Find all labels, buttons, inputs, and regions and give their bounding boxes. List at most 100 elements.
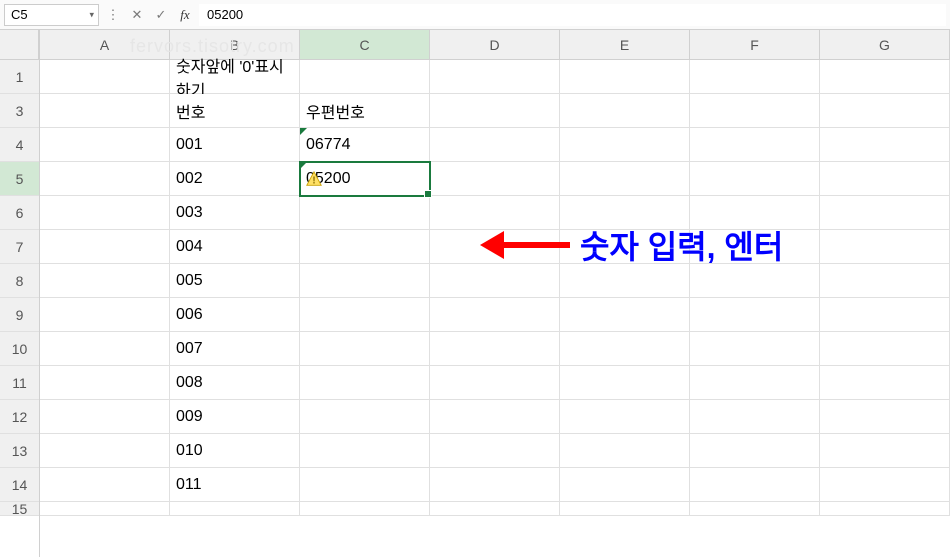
cell-B11[interactable]: 008 — [170, 366, 300, 400]
cell-C6[interactable] — [300, 196, 430, 230]
chevron-down-icon[interactable]: ▾ — [89, 9, 94, 20]
cell-G5[interactable] — [820, 162, 950, 196]
cell-F10[interactable] — [690, 332, 820, 366]
cell-G9[interactable] — [820, 298, 950, 332]
cell-B15[interactable] — [170, 502, 300, 516]
cell-F12[interactable] — [690, 400, 820, 434]
cell-G7[interactable] — [820, 230, 950, 264]
cell-D10[interactable] — [430, 332, 560, 366]
formula-input[interactable]: 05200 — [199, 4, 946, 26]
cell-G1[interactable] — [820, 60, 950, 94]
cell-G14[interactable] — [820, 468, 950, 502]
cell-B3[interactable]: 번호 — [170, 94, 300, 128]
cell-A11[interactable] — [40, 366, 170, 400]
cell-A14[interactable] — [40, 468, 170, 502]
cell-A9[interactable] — [40, 298, 170, 332]
cell-G4[interactable] — [820, 128, 950, 162]
fx-icon[interactable]: fx — [175, 4, 195, 26]
select-all-corner[interactable] — [0, 30, 39, 60]
cell-A10[interactable] — [40, 332, 170, 366]
cell-F1[interactable] — [690, 60, 820, 94]
cell-A3[interactable] — [40, 94, 170, 128]
cell-C12[interactable] — [300, 400, 430, 434]
more-icon[interactable]: ⋮ — [103, 4, 123, 26]
column-header-A[interactable]: A — [40, 30, 170, 59]
row-header-9[interactable]: 9 — [0, 298, 39, 332]
row-header-3[interactable]: 3 — [0, 94, 39, 128]
cell-C10[interactable] — [300, 332, 430, 366]
row-header-4[interactable]: 4 — [0, 128, 39, 162]
cell-G13[interactable] — [820, 434, 950, 468]
confirm-icon[interactable]: ✓ — [151, 4, 171, 26]
cell-E5[interactable] — [560, 162, 690, 196]
cell-F3[interactable] — [690, 94, 820, 128]
cell-G12[interactable] — [820, 400, 950, 434]
row-header-13[interactable]: 13 — [0, 434, 39, 468]
cell-D14[interactable] — [430, 468, 560, 502]
cell-C4[interactable]: 06774 — [300, 128, 430, 162]
cell-D5[interactable] — [430, 162, 560, 196]
row-header-14[interactable]: 14 — [0, 468, 39, 502]
row-header-11[interactable]: 11 — [0, 366, 39, 400]
cell-E1[interactable] — [560, 60, 690, 94]
row-header-15[interactable]: 15 — [0, 502, 39, 516]
column-header-G[interactable]: G — [820, 30, 950, 59]
cell-E3[interactable] — [560, 94, 690, 128]
cell-B14[interactable]: 011 — [170, 468, 300, 502]
cell-C7[interactable] — [300, 230, 430, 264]
cell-E7[interactable] — [560, 230, 690, 264]
cell-B8[interactable]: 005 — [170, 264, 300, 298]
cell-D7[interactable] — [430, 230, 560, 264]
cell-F13[interactable] — [690, 434, 820, 468]
cell-B1[interactable]: 숫자앞에 '0'표시하기 — [170, 60, 300, 94]
cell-D15[interactable] — [430, 502, 560, 516]
cell-D4[interactable] — [430, 128, 560, 162]
cell-E4[interactable] — [560, 128, 690, 162]
cell-B4[interactable]: 001 — [170, 128, 300, 162]
cell-E6[interactable] — [560, 196, 690, 230]
row-header-12[interactable]: 12 — [0, 400, 39, 434]
cell-F9[interactable] — [690, 298, 820, 332]
cell-F5[interactable] — [690, 162, 820, 196]
cell-E13[interactable] — [560, 434, 690, 468]
cell-F6[interactable] — [690, 196, 820, 230]
cell-A12[interactable] — [40, 400, 170, 434]
column-header-C[interactable]: C — [300, 30, 430, 59]
cell-B7[interactable]: 004 — [170, 230, 300, 264]
cell-A15[interactable] — [40, 502, 170, 516]
cancel-icon[interactable]: ✕ — [127, 4, 147, 26]
cell-C9[interactable] — [300, 298, 430, 332]
cell-G6[interactable] — [820, 196, 950, 230]
cell-D13[interactable] — [430, 434, 560, 468]
cell-B9[interactable]: 006 — [170, 298, 300, 332]
cell-B5[interactable]: 002! — [170, 162, 300, 196]
cell-A4[interactable] — [40, 128, 170, 162]
cell-A5[interactable] — [40, 162, 170, 196]
cell-D1[interactable] — [430, 60, 560, 94]
row-header-5[interactable]: 5 — [0, 162, 39, 196]
cell-E8[interactable] — [560, 264, 690, 298]
cell-C11[interactable] — [300, 366, 430, 400]
cell-E9[interactable] — [560, 298, 690, 332]
cell-G8[interactable] — [820, 264, 950, 298]
cell-D9[interactable] — [430, 298, 560, 332]
column-header-F[interactable]: F — [690, 30, 820, 59]
cell-E14[interactable] — [560, 468, 690, 502]
row-header-6[interactable]: 6 — [0, 196, 39, 230]
row-header-8[interactable]: 8 — [0, 264, 39, 298]
row-header-7[interactable]: 7 — [0, 230, 39, 264]
cell-G10[interactable] — [820, 332, 950, 366]
error-warning-icon[interactable]: ! — [305, 170, 323, 188]
cell-F8[interactable] — [690, 264, 820, 298]
cell-F11[interactable] — [690, 366, 820, 400]
cell-F14[interactable] — [690, 468, 820, 502]
cell-C3[interactable]: 우편번호 — [300, 94, 430, 128]
cell-A1[interactable] — [40, 60, 170, 94]
cell-G11[interactable] — [820, 366, 950, 400]
cell-D11[interactable] — [430, 366, 560, 400]
column-header-E[interactable]: E — [560, 30, 690, 59]
row-header-1[interactable]: 1 — [0, 60, 39, 94]
cell-D12[interactable] — [430, 400, 560, 434]
cell-E11[interactable] — [560, 366, 690, 400]
cell-F7[interactable] — [690, 230, 820, 264]
